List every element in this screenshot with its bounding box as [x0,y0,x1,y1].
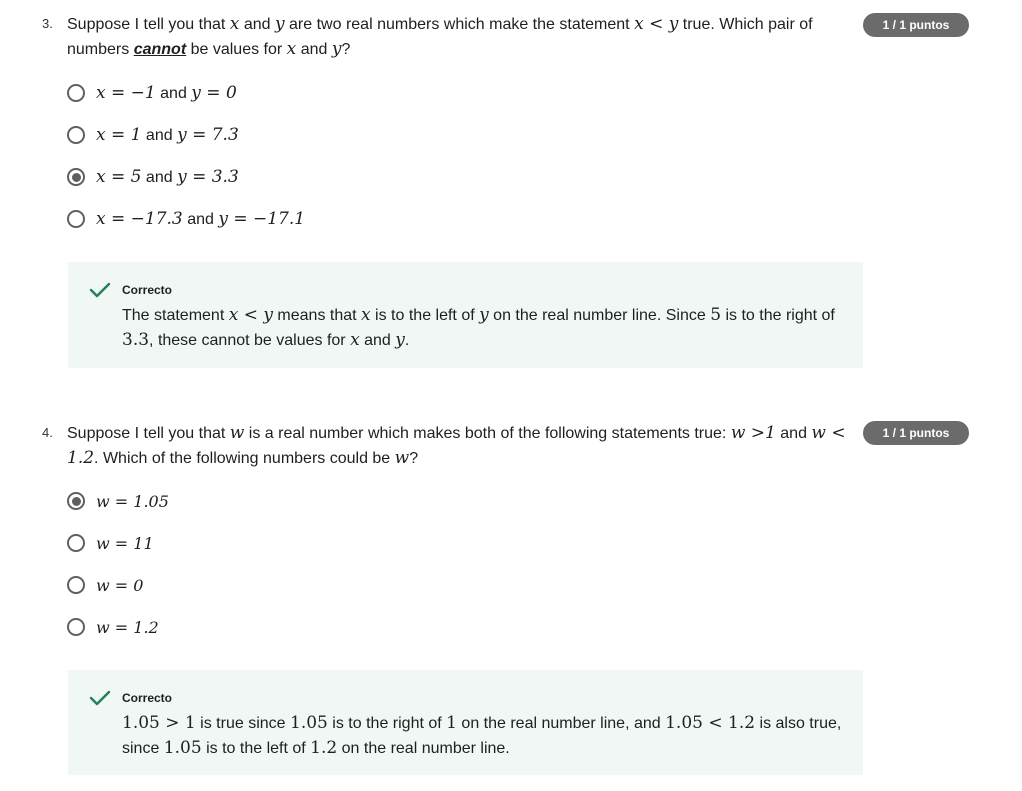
answer-option[interactable]: w = 1.2 [67,615,159,639]
points-badge: 1 / 1 puntos [863,421,969,445]
radio-icon[interactable] [67,126,85,144]
feedback-panel: Correcto 1.05 > 1 is true since 1.05 is … [68,670,863,775]
question-prompt: Suppose I tell you that x and y are two … [67,14,813,59]
answer-option[interactable]: x = 1 and y = 7.3 [67,123,239,147]
answer-option[interactable]: w = 11 [67,531,154,555]
answer-option[interactable]: w = 0 [67,573,143,597]
answer-option[interactable]: x = −17.3 and y = −17.1 [67,207,305,231]
question-prompt: Suppose I tell you that w is a real numb… [67,423,846,468]
option-label: x = 1 and y = 7.3 [96,125,239,145]
radio-icon[interactable] [67,534,85,552]
option-label: w = 0 [96,575,144,595]
radio-icon[interactable] [67,168,85,186]
points-badge: 1 / 1 puntos [863,13,969,37]
radio-icon[interactable] [67,618,85,636]
check-icon [89,690,111,706]
radio-icon[interactable] [67,84,85,102]
answer-option-selected[interactable]: w = 1.05 [67,489,169,513]
radio-icon[interactable] [67,576,85,594]
option-label: w = 1.2 [96,617,159,637]
question-number: 4. [42,425,53,440]
feedback-text: The statement x < y means that x is to t… [122,305,835,350]
option-label: x = −1 and y = 0 [96,83,237,103]
option-label: x = 5 and y = 3.3 [96,167,239,187]
check-icon [89,282,111,298]
option-label: w = 1.05 [96,491,169,511]
question-number: 3. [42,16,53,31]
feedback-panel: Correcto The statement x < y means that … [68,262,863,368]
feedback-text: 1.05 > 1 is true since 1.05 is to the ri… [122,713,842,758]
option-label: x = −17.3 and y = −17.1 [96,209,306,229]
answer-option[interactable]: x = −1 and y = 0 [67,81,237,105]
answer-option-selected[interactable]: x = 5 and y = 3.3 [67,165,239,189]
emphasis-cannot: cannot [133,41,187,58]
radio-icon[interactable] [67,492,85,510]
feedback-title: Correcto [122,283,173,297]
radio-icon[interactable] [67,210,85,228]
option-label: w = 11 [96,533,154,553]
feedback-title: Correcto [122,691,173,705]
